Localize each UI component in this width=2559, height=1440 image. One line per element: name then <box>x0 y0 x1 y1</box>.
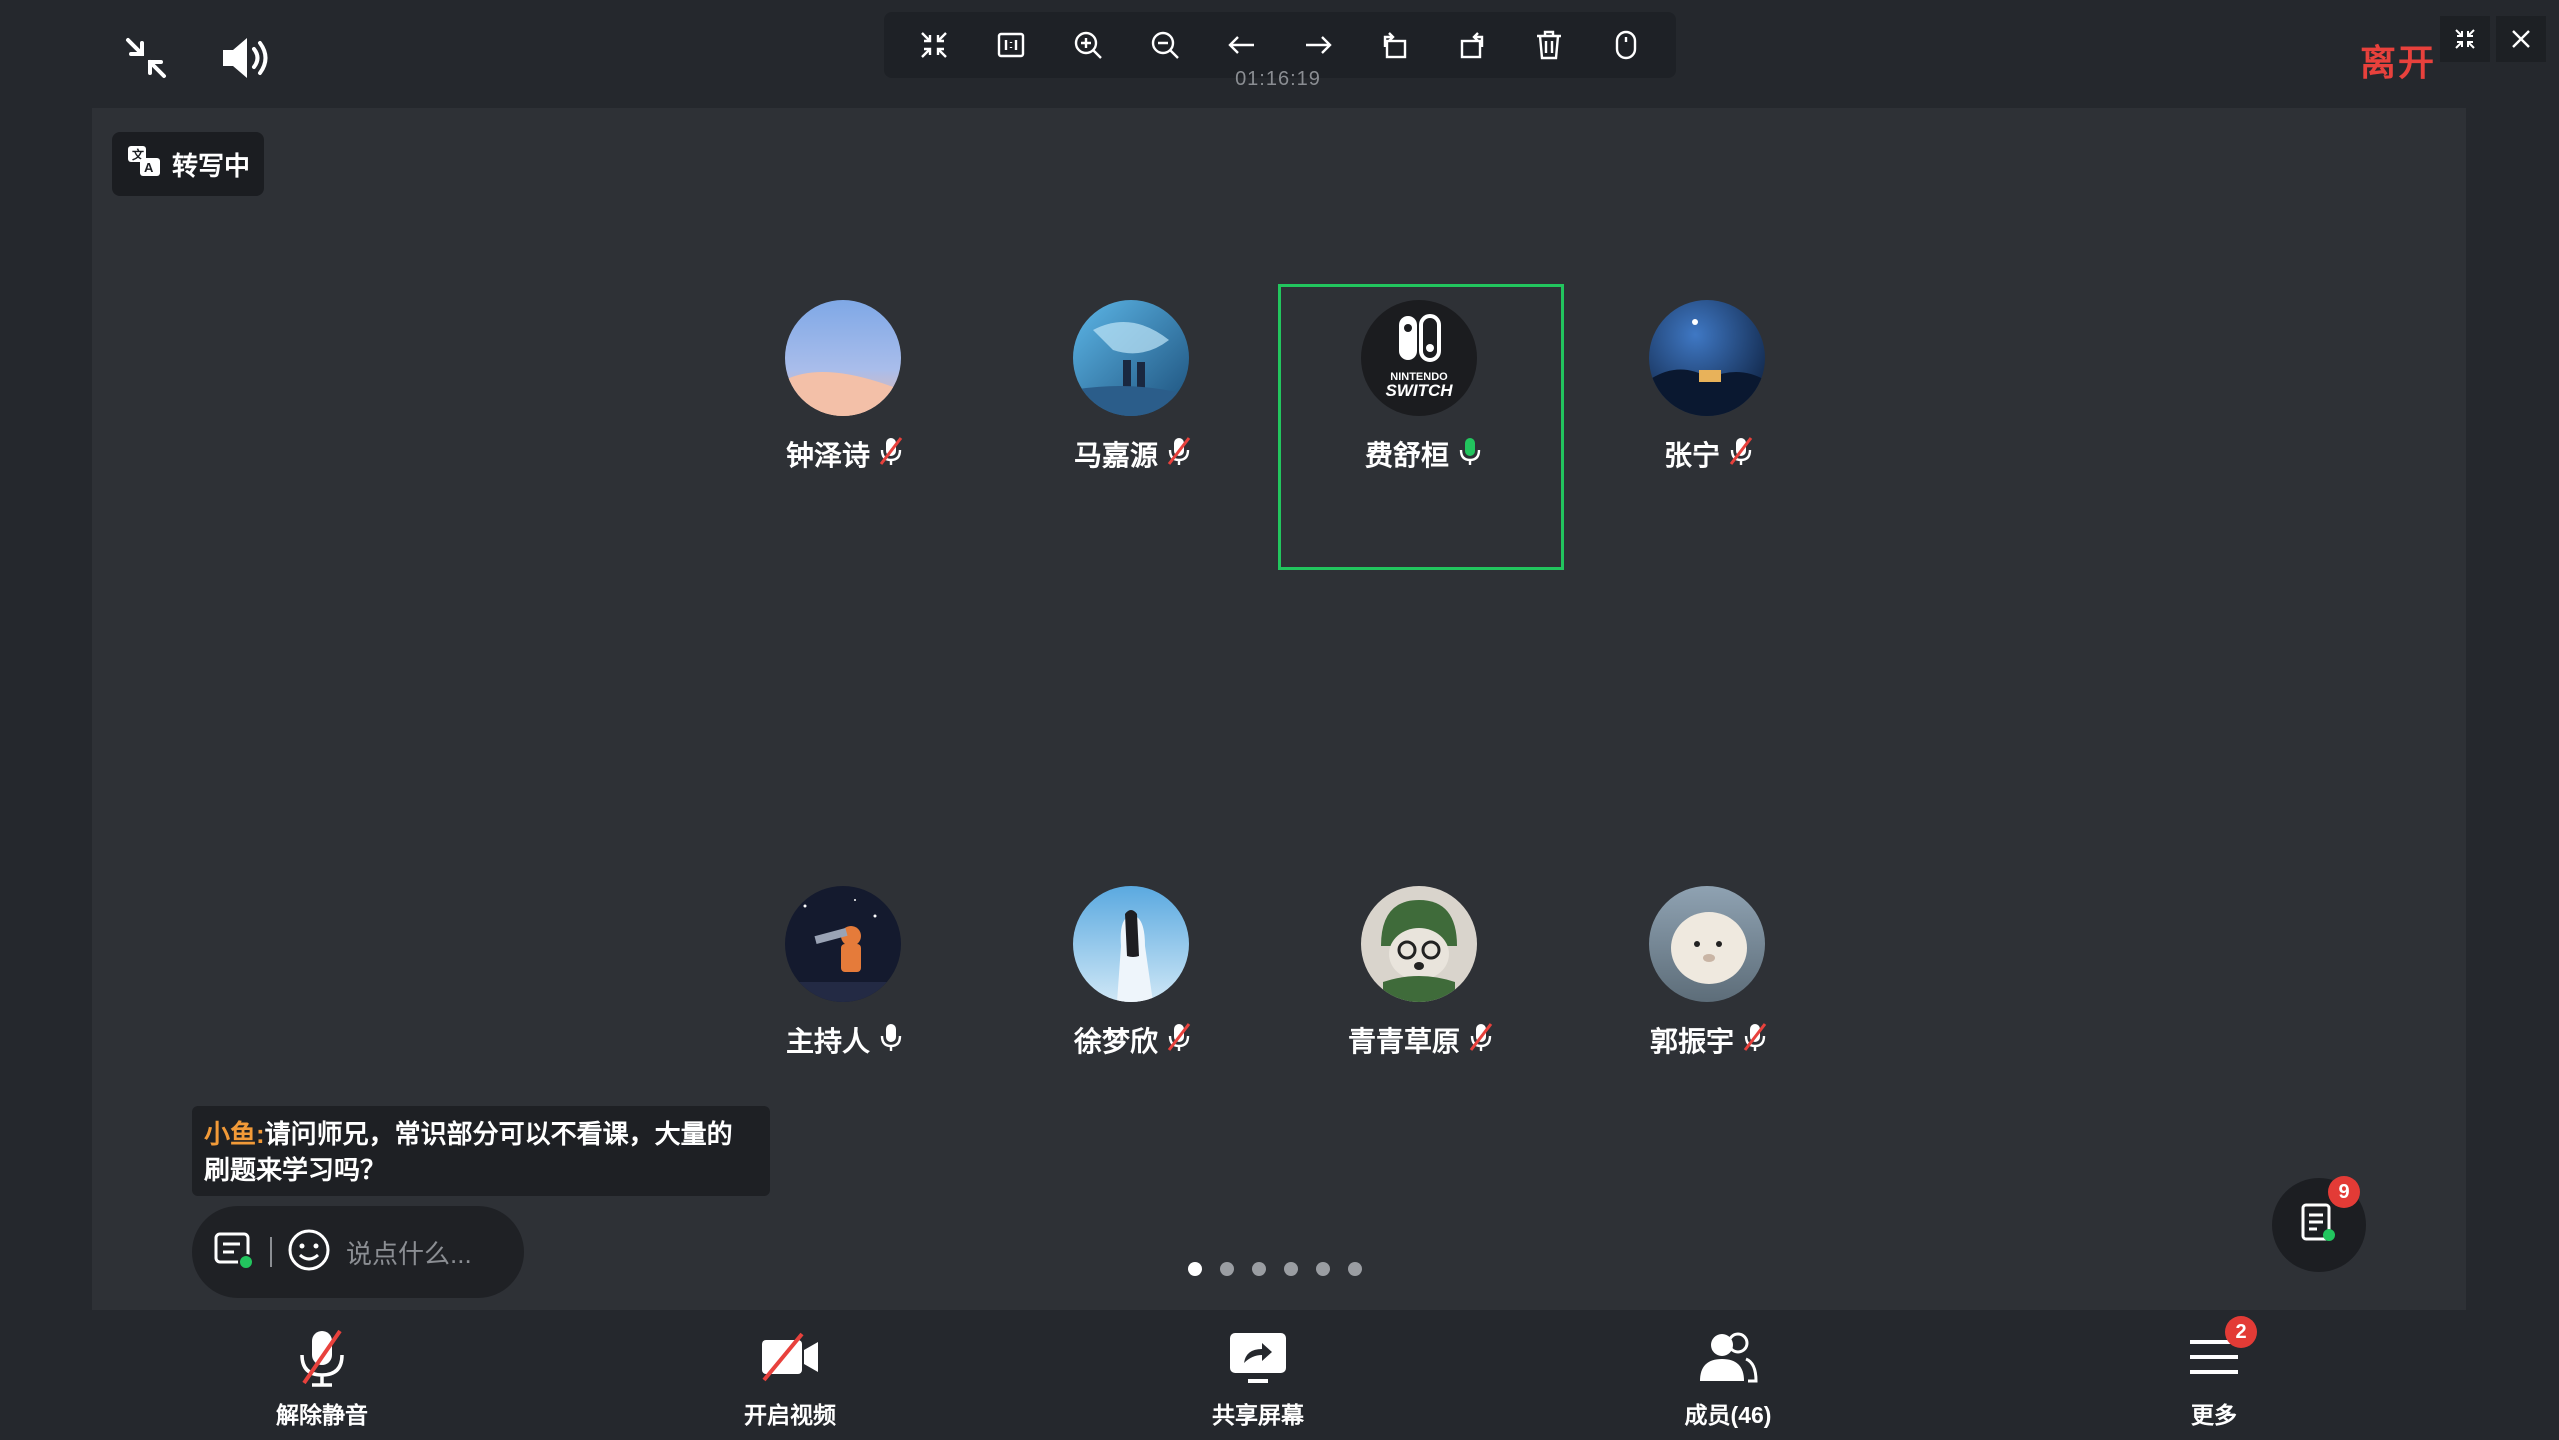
avatar <box>1073 886 1189 1002</box>
svg-text:SWITCH: SWITCH <box>1385 381 1453 400</box>
participant-tile[interactable]: 徐梦欣 <box>990 870 1276 1156</box>
notes-badge: 9 <box>2328 1176 2360 1208</box>
menu-icon: 2 <box>2179 1316 2257 1392</box>
participant-name: 马嘉源 <box>1073 440 1158 471</box>
notes-icon <box>2297 1201 2341 1250</box>
avatar <box>785 300 901 416</box>
avatar <box>1361 886 1477 1002</box>
more-button[interactable]: 2 更多 <box>2134 1316 2294 1430</box>
mic-off-icon <box>287 1322 357 1392</box>
share-screen-label: 共享屏幕 <box>1212 1402 1304 1428</box>
chat-message-bubble: 小鱼:请问师兄，常识部分可以不看课，大量的刷题来学习吗？ <box>192 1106 770 1196</box>
page-dot[interactable] <box>1252 1262 1266 1276</box>
participant-tile[interactable]: 马嘉源 <box>990 284 1276 570</box>
participant-name: 郭振宇 <box>1649 1026 1734 1057</box>
close-icon[interactable] <box>2496 16 2546 62</box>
transcribe-label: 转写中 <box>172 150 251 181</box>
transcribing-indicator[interactable]: 文A 转写中 <box>112 132 265 196</box>
emoji-icon[interactable] <box>286 1227 332 1278</box>
mic-muted-icon <box>1742 1021 1768 1060</box>
start-video-button[interactable]: 开启视频 <box>710 1322 870 1430</box>
participant-name: 张宁 <box>1663 440 1720 471</box>
members-label: 成员(46) <box>1684 1402 1772 1428</box>
svg-text:A: A <box>144 160 154 175</box>
page-dot[interactable] <box>1220 1262 1234 1276</box>
chat-message-text: 请问师兄，常识部分可以不看课，大量的刷题来学习吗？ <box>204 1119 733 1185</box>
participant-tile-active-speaker[interactable]: NINTENDO SWITCH 费舒桓 <box>1278 284 1564 570</box>
arrow-left-icon[interactable] <box>1216 19 1268 71</box>
more-label: 更多 <box>2191 1402 2237 1428</box>
rotate-right-icon[interactable] <box>1446 19 1498 71</box>
page-dot[interactable] <box>1188 1262 1202 1276</box>
members-icon <box>1693 1322 1763 1392</box>
participant-name: 青青草原 <box>1347 1026 1460 1057</box>
arrow-right-icon[interactable] <box>1292 19 1344 71</box>
unmute-label: 解除静音 <box>276 1402 368 1428</box>
mic-muted-icon <box>1468 1021 1494 1060</box>
members-button[interactable]: 成员(46) <box>1648 1322 1808 1430</box>
mic-muted-icon <box>1728 435 1754 474</box>
chat-sender: 小鱼: <box>204 1119 265 1149</box>
chat-input-placeholder[interactable]: 说点什么... <box>346 1234 472 1271</box>
participant-name: 主持人 <box>785 1026 870 1057</box>
share-screen-icon <box>1223 1322 1293 1392</box>
meeting-timer: 01:16:19 <box>1235 68 1321 90</box>
trash-icon[interactable] <box>1523 19 1575 71</box>
fit-screen-icon[interactable] <box>908 19 960 71</box>
avatar <box>785 886 901 1002</box>
page-dot[interactable] <box>1316 1262 1330 1276</box>
video-off-icon <box>755 1322 825 1392</box>
participant-name: 费舒桓 <box>1364 440 1449 471</box>
divider <box>270 1237 272 1267</box>
mic-speaking-icon <box>1457 435 1483 474</box>
avatar: NINTENDO SWITCH <box>1361 300 1477 416</box>
participant-tile[interactable]: 郭振宇 <box>1566 870 1852 1156</box>
mic-muted-icon <box>878 435 904 474</box>
avatar <box>1649 886 1765 1002</box>
participant-tile[interactable]: 钟泽诗 <box>702 284 988 570</box>
exit-fullscreen-icon[interactable] <box>118 30 174 86</box>
meeting-notes-button[interactable]: 9 <box>2272 1176 2366 1272</box>
page-dot[interactable] <box>1348 1262 1362 1276</box>
page-dot[interactable] <box>1284 1262 1298 1276</box>
share-screen-button[interactable]: 共享屏幕 <box>1178 1322 1338 1430</box>
rotate-left-icon[interactable] <box>1369 19 1421 71</box>
more-badge: 2 <box>2225 1316 2257 1348</box>
participant-name: 钟泽诗 <box>785 440 870 471</box>
unmute-button[interactable]: 解除静音 <box>242 1322 402 1430</box>
avatar <box>1073 300 1189 416</box>
chat-input-bar[interactable]: 说点什么... <box>192 1206 524 1298</box>
mic-muted-icon <box>1166 435 1192 474</box>
mic-on-icon <box>878 1021 904 1060</box>
start-video-label: 开启视频 <box>744 1402 836 1428</box>
transcribe-icon: 文A <box>126 144 162 185</box>
leave-button[interactable]: 离开 <box>2360 34 2436 86</box>
participant-name: 徐梦欣 <box>1073 1026 1158 1057</box>
mouse-icon[interactable] <box>1600 19 1652 71</box>
mic-muted-icon <box>1166 1021 1192 1060</box>
page-indicator[interactable] <box>1188 1262 1362 1276</box>
participant-tile[interactable]: 张宁 <box>1566 284 1852 570</box>
speaker-icon[interactable] <box>218 30 274 86</box>
chat-toggle-icon[interactable] <box>212 1228 256 1277</box>
zoom-out-icon[interactable] <box>1139 19 1191 71</box>
zoom-in-icon[interactable] <box>1062 19 1114 71</box>
avatar <box>1649 300 1765 416</box>
participant-tile[interactable]: 青青草原 <box>1278 870 1564 1156</box>
collapse-window-icon[interactable] <box>2440 16 2490 62</box>
actual-size-icon[interactable] <box>985 19 1037 71</box>
